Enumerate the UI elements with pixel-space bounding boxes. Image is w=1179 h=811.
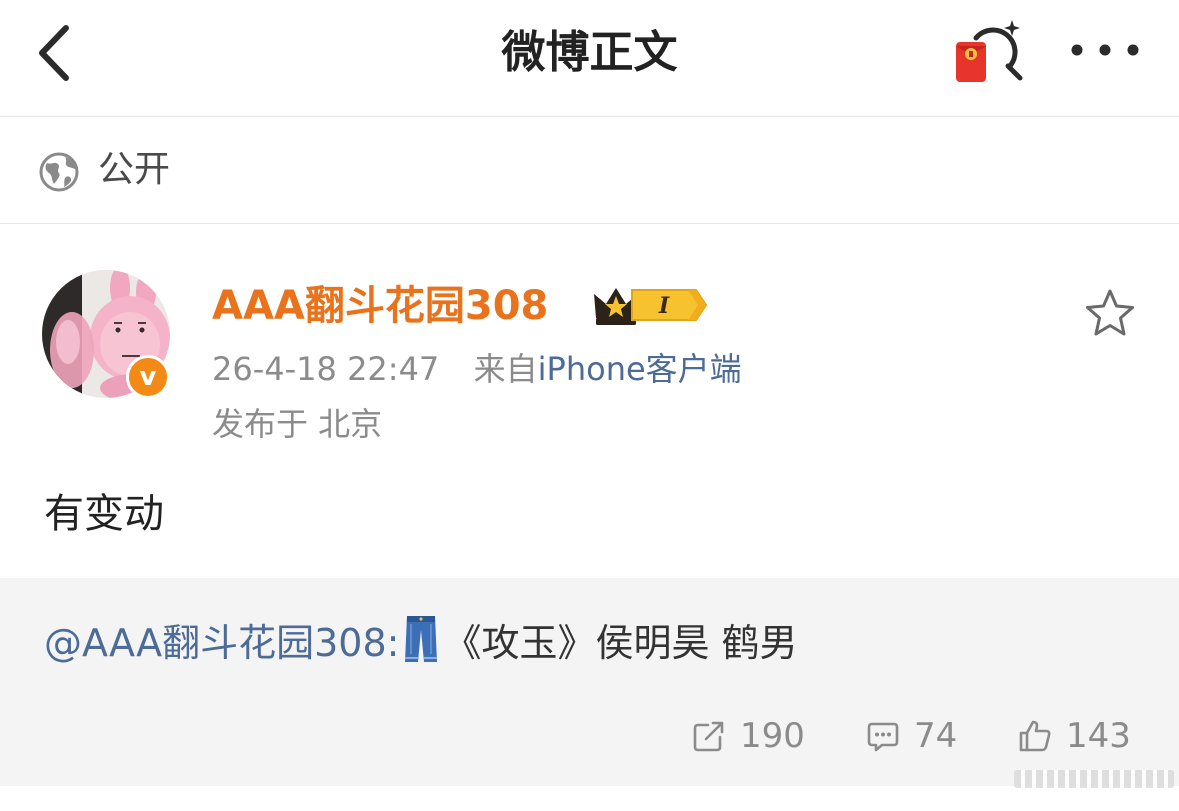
more-options-button[interactable] — [1064, 30, 1146, 70]
visibility-row: 公开 — [0, 117, 1179, 224]
jeans-icon — [405, 616, 438, 662]
thumbs-up-icon — [1019, 720, 1051, 752]
red-packet-search-icon — [956, 20, 1023, 82]
share-icon — [693, 721, 724, 752]
comment-count: 74 — [914, 716, 958, 756]
reposted-card[interactable]: @AAA翻斗花园308: 《攻玉》侯明昊 鹤男 190 74 143 — [0, 578, 1179, 786]
red-packet-search-button[interactable] — [950, 16, 1030, 90]
repost-text: 《攻玉》侯明昊 鹤男 — [443, 621, 798, 665]
top-navigation-bar: 微博正文 — [0, 0, 1179, 117]
like-count: 143 — [1066, 716, 1131, 756]
repost-count: 190 — [740, 716, 805, 756]
visibility-label: 公开 — [98, 149, 171, 190]
star-icon — [1086, 289, 1134, 336]
source-prefix: 来自 — [473, 350, 538, 388]
post-meta: 26-4-18 22:47 来自iPhone客户端 — [212, 345, 742, 393]
comment-icon — [867, 722, 899, 752]
verified-badge: v — [126, 355, 170, 399]
globe-icon — [39, 152, 79, 192]
comment-button[interactable]: 74 — [866, 712, 957, 760]
repost-author-link[interactable]: @AAA翻斗花园308: — [44, 621, 399, 665]
post-time: 26-4-18 22:47 — [212, 350, 440, 388]
favorite-button[interactable] — [1082, 286, 1138, 342]
repost-button[interactable]: 190 — [692, 712, 805, 760]
crown-member-badge-icon[interactable]: I — [592, 282, 710, 328]
post-location: 发布于 北京 — [212, 405, 383, 443]
watermark — [1014, 770, 1174, 788]
like-button[interactable]: 143 — [1018, 712, 1131, 760]
repost-content: @AAA翻斗花园308: 《攻玉》侯明昊 鹤男 — [44, 614, 798, 671]
author-name[interactable]: AAA翻斗花园308 — [212, 280, 548, 332]
source-link[interactable]: iPhone客户端 — [538, 350, 742, 388]
more-dots-icon — [1071, 44, 1139, 56]
member-level-text: I — [658, 293, 670, 319]
post-content: 有变动 — [44, 491, 164, 537]
